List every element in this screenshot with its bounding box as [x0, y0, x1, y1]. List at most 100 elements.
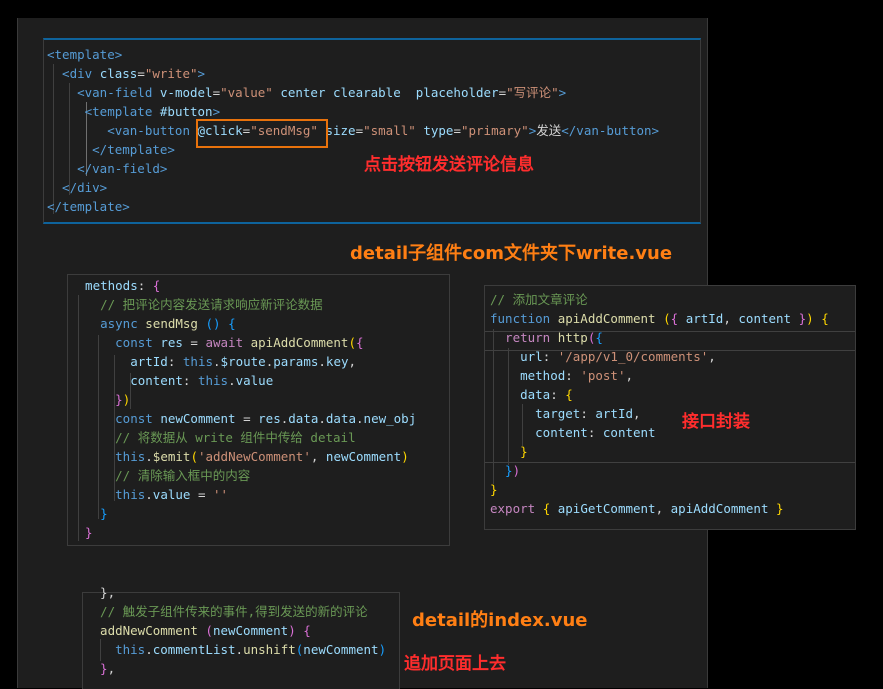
code-line: methods: {: [70, 276, 160, 295]
code-line: function apiAddComment ({ artId, content…: [490, 309, 829, 328]
code-token: </van-button>: [561, 123, 660, 138]
code-token: url: [490, 349, 543, 364]
code-token: content: [738, 311, 792, 326]
code-line: // 清除输入框中的内容: [70, 466, 250, 485]
code-line: content: this.value: [70, 371, 273, 390]
code-token: const: [70, 411, 161, 426]
code-token: </van-field>: [47, 161, 168, 176]
code-token: class: [99, 66, 138, 81]
code-token: >: [212, 104, 221, 119]
code-token: apiGetComment: [550, 501, 656, 516]
code-line: <van-button @click="sendMsg" size="small…: [47, 121, 659, 140]
code-token: {: [303, 623, 311, 638]
code-token: 'addNewComment': [197, 449, 311, 464]
code-panel-write-methods: methods: { // 把评论内容发送请求响应新评论数据 async sen…: [67, 274, 450, 546]
code-line: content: content: [490, 423, 656, 442]
code-token: center clearable placeholder: [272, 85, 499, 100]
code-token: ,: [633, 406, 641, 421]
annotation-click-note: 点击按钮发送评论信息: [364, 155, 534, 175]
code-token: function: [490, 311, 558, 326]
code-line: target: artId,: [490, 404, 641, 423]
annotation-write-file: detail子组件com文件夹下write.vue: [350, 243, 673, 264]
code-line: async sendMsg () {: [70, 314, 236, 333]
annotation-index-file: detail的index.vue: [412, 610, 588, 631]
code-token: "primary": [460, 123, 529, 138]
code-token: <div: [47, 66, 100, 81]
code-token: #button: [159, 104, 213, 119]
code-token: unshift: [243, 642, 296, 657]
code-token: :: [550, 387, 566, 402]
code-line: }): [490, 461, 520, 480]
code-token: }: [70, 525, 93, 540]
code-token: ): [122, 392, 131, 407]
code-line: </template>: [47, 140, 175, 159]
code-line: // 触发子组件传来的事件,得到发送的新的评论: [85, 602, 368, 621]
code-token: res: [258, 411, 281, 426]
code-token: .: [145, 642, 153, 657]
code-line: <template>: [47, 45, 122, 64]
code-token: // 触发子组件传来的事件,得到发送的新的评论: [85, 604, 368, 619]
code-token: 'post': [580, 368, 626, 383]
code-panel-index: }, // 触发子组件传来的事件,得到发送的新的评论 addNewComment…: [82, 585, 400, 689]
code-token: {: [821, 311, 829, 326]
code-token: $route: [220, 354, 266, 369]
code-token: ,: [310, 449, 326, 464]
code-token: ): [401, 449, 409, 464]
code-token: ): [806, 311, 814, 326]
code-token: res: [160, 335, 183, 350]
code-token: methods: [70, 278, 138, 293]
code-token: $emit: [152, 449, 191, 464]
code-token: }: [490, 482, 498, 497]
code-token: .: [235, 642, 244, 657]
code-line: const newComment = res.data.data.new_obj: [70, 409, 416, 428]
code-token: content: [70, 373, 183, 388]
code-token: // 清除输入框中的内容: [70, 468, 251, 483]
code-token: addNewComment: [85, 623, 198, 638]
code-line: }: [70, 523, 93, 542]
code-line: artId: this.$route.params.key,: [70, 352, 356, 371]
code-line: <div class="write">: [47, 64, 205, 83]
code-token: target: [490, 406, 581, 421]
code-token: =: [182, 335, 206, 350]
code-token: ,: [107, 661, 116, 676]
code-token: </template>: [47, 142, 175, 157]
code-token: =: [190, 487, 214, 502]
code-token: >: [197, 66, 206, 81]
code-token: content: [490, 425, 588, 440]
code-token: }: [490, 463, 513, 478]
code-token: "small": [363, 123, 416, 138]
code-token: {: [152, 278, 161, 293]
code-token: this: [197, 373, 229, 388]
code-token: }: [768, 501, 784, 516]
code-token: (: [205, 623, 213, 638]
code-token: ,: [708, 349, 716, 364]
code-token: <van-button: [47, 123, 198, 138]
code-token: value: [235, 373, 274, 388]
code-token: :: [182, 373, 198, 388]
code-token: ,: [348, 354, 357, 369]
code-panel-api: // 添加文章评论 function apiAddComment ({ artId…: [484, 285, 856, 530]
code-token: artId: [595, 406, 634, 421]
code-token: "value": [220, 85, 273, 100]
code-token: newComment: [212, 623, 289, 638]
code-line: this.commentList.unshift(newComment): [85, 640, 386, 659]
code-token: :: [137, 278, 153, 293]
divider: [485, 462, 855, 463]
code-token: .: [145, 449, 153, 464]
code-token: '/app/v1_0/comments': [557, 349, 709, 364]
code-line: // 把评论内容发送请求响应新评论数据: [70, 295, 323, 314]
code-token: content: [602, 425, 656, 440]
code-token: data: [288, 411, 319, 426]
code-token: (: [190, 449, 198, 464]
code-token: http: [557, 330, 588, 345]
annotation-api-note: 接口封装: [682, 412, 750, 432]
code-token: .: [318, 354, 326, 369]
code-token: </div>: [47, 180, 108, 195]
code-token: }: [70, 506, 108, 521]
code-line: },: [85, 583, 115, 602]
code-token: "写评论": [506, 85, 559, 100]
code-token: :: [587, 425, 603, 440]
code-token: </template>: [47, 199, 130, 214]
code-token: =: [453, 123, 461, 138]
